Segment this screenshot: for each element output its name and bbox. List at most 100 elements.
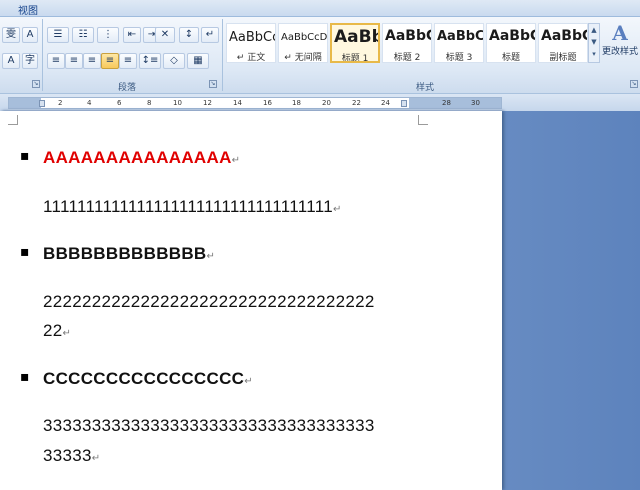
change-styles-button[interactable]: A 更改样式 [602, 22, 638, 62]
paragraph-2-line-1[interactable]: 2222222222222222222222222222222222 [43, 292, 375, 312]
char-border-button[interactable]: A [22, 27, 38, 43]
style-name: 副标题 [549, 53, 577, 63]
paragraph-group-label: 段落 [118, 83, 137, 93]
paragraph-1[interactable]: 1111111111111111111111111111111111↵ [43, 197, 342, 217]
shading-button[interactable]: ◇ [163, 53, 185, 69]
align-right-button[interactable]: ≡ [83, 53, 101, 69]
show-marks-button[interactable]: ↵ [201, 27, 219, 43]
enclose-char-button[interactable]: 字 [22, 53, 38, 69]
ruler-number: 18 [292, 99, 301, 107]
bullet-marker: ▪ [20, 369, 30, 385]
horizontal-ruler[interactable]: 2 4 6 8 10 12 14 16 18 20 22 24 28 30 [8, 97, 502, 109]
sort-button[interactable]: ↕ [179, 27, 199, 43]
ribbon-tab-strip: 视图 [0, 0, 640, 17]
ruler-number: 12 [203, 99, 212, 107]
style-gallery: AaBbCc ↵ 正文 AaBbCcDd ↵ 无间隔 AaBb 标题 1 AaB… [226, 23, 588, 63]
char-border-icon: A [26, 29, 34, 40]
document-page[interactable]: ▪ AAAAAAAAAAAAAAA↵ 111111111111111111111… [0, 111, 502, 490]
ribbon-separator [42, 19, 43, 91]
paragraph-mark-icon: ↵ [205, 29, 215, 40]
line-spacing-button[interactable]: ↕≡ [139, 53, 161, 69]
style-title[interactable]: AaBbC 标题 [486, 23, 536, 63]
phonetic-guide-button[interactable]: 雯 [2, 27, 20, 43]
align-left-button[interactable]: ≡ [47, 53, 65, 69]
ruler-number: 14 [233, 99, 242, 107]
style-name: ↵ 正文 [236, 53, 266, 63]
ruler-left-margin [9, 98, 41, 108]
style-subtitle[interactable]: AaBbC 副标题 [538, 23, 588, 63]
style-name: ↵ 无间隔 [284, 53, 322, 63]
chinese-layout-icon: ✕ [160, 29, 170, 40]
bullet-marker: ▪ [20, 244, 30, 260]
gallery-scroll-button[interactable]: ▲ ▼ ▾ [588, 23, 600, 63]
align-left-icon: ≡ [51, 55, 61, 66]
ruler-number: 10 [173, 99, 182, 107]
line-spacing-icon: ↕≡ [141, 55, 159, 66]
enclose-char-icon: 字 [25, 55, 35, 66]
style-name: 标题 2 [393, 53, 421, 63]
style-name: 标题 1 [341, 54, 369, 63]
align-right-icon: ≡ [87, 55, 97, 66]
borders-icon: ▦ [193, 55, 203, 66]
ruler-bar: 2 4 6 8 10 12 14 16 18 20 22 24 28 30 [0, 93, 640, 111]
paragraph-2-line-2[interactable]: 22↵ [43, 321, 71, 341]
numbering-icon: ☷ [78, 29, 88, 40]
styles-dialog-launcher[interactable]: ↘ [630, 80, 638, 88]
style-heading-2[interactable]: AaBbC 标题 2 [382, 23, 432, 63]
bullet-item-b[interactable]: BBBBBBBBBBBBB↵ [43, 244, 215, 264]
ruler-number: 22 [352, 99, 361, 107]
ruler-number: 2 [58, 99, 63, 107]
font-dialog-launcher[interactable]: ↘ [32, 80, 40, 88]
style-name: 标题 3 [445, 53, 473, 63]
bullets-button[interactable]: ☰ [47, 27, 69, 43]
ruler-number: 8 [147, 99, 152, 107]
ruler-number: 4 [87, 99, 92, 107]
justify-icon: ≡ [105, 55, 115, 66]
numbering-button[interactable]: ☷ [72, 27, 94, 43]
align-center-button[interactable]: ≡ [65, 53, 83, 69]
distributed-button[interactable]: ≡ [119, 53, 137, 69]
phonetic-icon: 雯 [6, 29, 16, 40]
ruler-number: 30 [471, 99, 480, 107]
sort-icon: ↕ [184, 29, 194, 40]
multilevel-list-button[interactable]: ⋮ [97, 27, 119, 43]
bullets-icon: ☰ [53, 29, 63, 40]
justify-button[interactable]: ≡ [101, 53, 119, 69]
ruler-number: 28 [442, 99, 451, 107]
paint-bucket-icon: ◇ [170, 55, 178, 66]
paragraph-3-line-1[interactable]: 3333333333333333333333333333333333 [43, 416, 375, 436]
styles-group-label: 样式 [416, 83, 435, 93]
ruler-right-margin [409, 98, 501, 108]
bullet-item-a[interactable]: AAAAAAAAAAAAAAA↵ [43, 148, 240, 168]
ruler-number: 24 [381, 99, 390, 107]
page-corner-mark [418, 115, 428, 125]
ruler-number: 20 [322, 99, 331, 107]
style-name: 标题 [501, 53, 520, 63]
decrease-indent-icon: ⇤ [127, 29, 137, 40]
style-normal[interactable]: AaBbCc ↵ 正文 [226, 23, 276, 63]
char-shading-button[interactable]: A [2, 53, 20, 69]
indent-marker[interactable] [39, 100, 45, 107]
paragraph-3-line-2[interactable]: 33333↵ [43, 446, 100, 466]
paragraph-dialog-launcher[interactable]: ↘ [209, 80, 217, 88]
ruler-number: 16 [263, 99, 272, 107]
bullet-item-c[interactable]: CCCCCCCCCCCCCCCC↵ [43, 369, 253, 389]
right-indent-marker[interactable] [401, 100, 407, 107]
style-no-spacing[interactable]: AaBbCcDd ↵ 无间隔 [278, 23, 328, 63]
style-heading-1[interactable]: AaBb 标题 1 [330, 23, 380, 63]
style-heading-3[interactable]: AaBbC 标题 3 [434, 23, 484, 63]
change-styles-icon: A [612, 21, 628, 45]
char-shading-icon: A [7, 55, 15, 66]
borders-button[interactable]: ▦ [187, 53, 209, 69]
bullet-marker: ▪ [20, 148, 30, 164]
chinese-layout-button[interactable]: ✕ [155, 27, 175, 43]
ruler-number: 6 [117, 99, 122, 107]
distributed-icon: ≡ [123, 55, 133, 66]
ribbon-separator [222, 19, 223, 91]
page-corner-mark [8, 115, 18, 125]
change-styles-label: 更改样式 [602, 47, 639, 57]
decrease-indent-button[interactable]: ⇤ [123, 27, 141, 43]
align-center-icon: ≡ [69, 55, 79, 66]
multilevel-list-icon: ⋮ [103, 29, 113, 40]
tab-view[interactable]: 视图 [18, 2, 38, 17]
